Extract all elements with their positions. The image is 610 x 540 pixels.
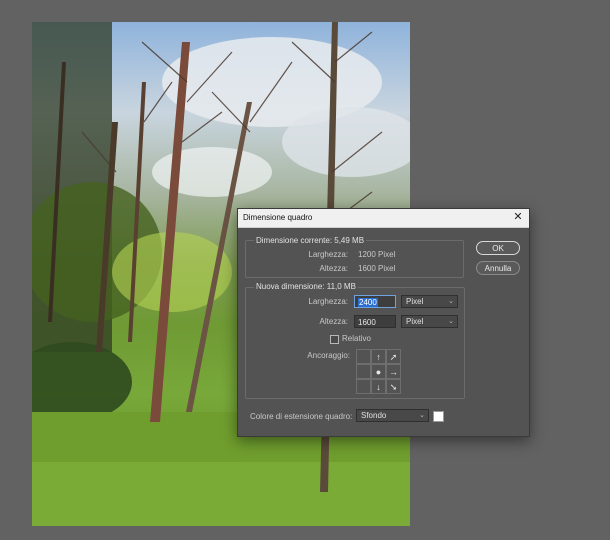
- extension-color-select[interactable]: Sfondo ⌄: [356, 409, 429, 422]
- height-unit-select[interactable]: Pixel ⌄: [401, 315, 458, 328]
- current-width-label: Larghezza:: [308, 250, 348, 259]
- cancel-button[interactable]: Annulla: [476, 261, 520, 275]
- width-input[interactable]: 2400: [354, 295, 396, 308]
- anchor-grid: ↑ ➚ ● → ↓ ➘: [356, 349, 401, 394]
- chevron-down-icon: ⌄: [419, 412, 425, 419]
- arrow-right-icon[interactable]: →: [386, 364, 401, 379]
- extension-color-label: Colore di estensione quadro:: [250, 412, 353, 421]
- current-size-heading: Dimensione corrente: 5,49 MB: [254, 236, 367, 245]
- arrow-down-icon[interactable]: ↓: [371, 379, 386, 394]
- relative-checkbox[interactable]: [330, 335, 339, 344]
- chevron-down-icon: ⌄: [448, 318, 454, 325]
- arrow-left-icon[interactable]: [356, 364, 371, 379]
- current-size-group: [245, 240, 464, 278]
- new-width-label: Larghezza:: [308, 297, 348, 306]
- new-height-label: Altezza:: [319, 317, 348, 326]
- dialog-titlebar[interactable]: Dimensione quadro ✕: [238, 209, 529, 228]
- current-height-label: Altezza:: [319, 264, 348, 273]
- extension-color-swatch[interactable]: [433, 411, 444, 422]
- chevron-down-icon: ⌄: [448, 298, 454, 305]
- current-width-value: 1200 Pixel: [358, 250, 396, 259]
- arrow-up-left-icon[interactable]: [356, 349, 371, 364]
- dialog-title: Dimensione quadro: [243, 213, 313, 222]
- arrow-up-icon[interactable]: ↑: [371, 349, 386, 364]
- arrow-up-right-icon[interactable]: ➚: [386, 349, 401, 364]
- height-input[interactable]: 1600: [354, 315, 396, 328]
- canvas-size-dialog: Dimensione quadro ✕ Dimensione corrente:…: [237, 208, 530, 437]
- current-height-value: 1600 Pixel: [358, 264, 396, 273]
- new-size-heading: Nuova dimensione: 11,0 MB: [254, 282, 358, 291]
- close-icon[interactable]: ✕: [511, 210, 525, 224]
- anchor-dot-icon[interactable]: ●: [371, 364, 386, 379]
- relative-label[interactable]: Relativo: [342, 334, 371, 343]
- anchor-label: Ancoraggio:: [307, 351, 350, 360]
- arrow-down-right-icon[interactable]: ➘: [386, 379, 401, 394]
- arrow-down-left-icon[interactable]: [356, 379, 371, 394]
- ok-button[interactable]: OK: [476, 241, 520, 255]
- width-unit-select[interactable]: Pixel ⌄: [401, 295, 458, 308]
